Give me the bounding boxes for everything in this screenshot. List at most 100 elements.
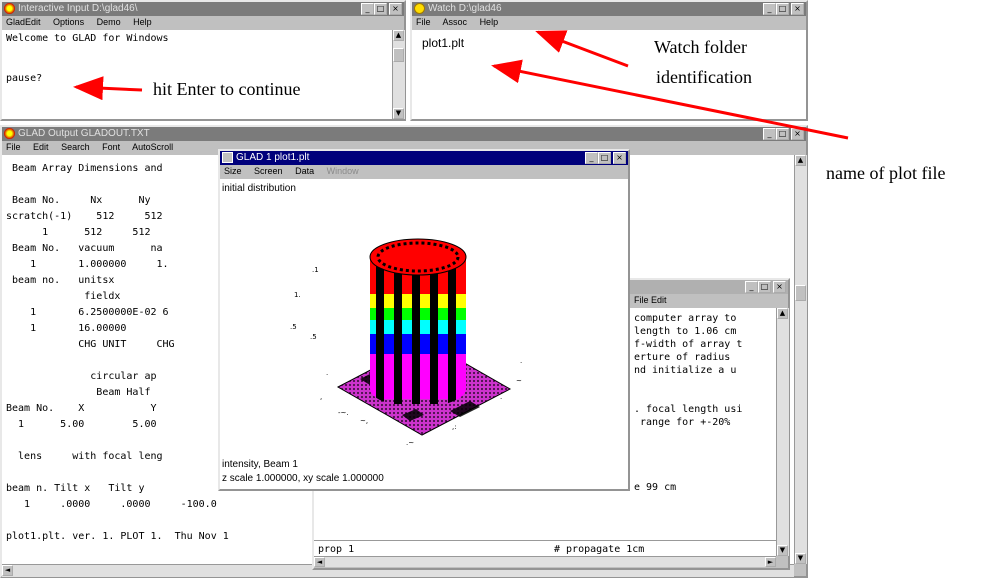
scroll-right-button[interactable]: ► bbox=[765, 557, 776, 567]
menu-autoscroll[interactable]: AutoScroll bbox=[132, 142, 173, 152]
svg-text:·: · bbox=[500, 395, 502, 403]
plot-scale-caption: z scale 1.000000, xy scale 1.000000 bbox=[222, 473, 384, 484]
scroll-left-button[interactable]: ◄ bbox=[314, 557, 325, 567]
glad-plot-window: GLAD 1 plot1.plt _ □ × Size Screen Data … bbox=[218, 149, 630, 491]
editor-line: length to 1.06 cm bbox=[634, 326, 737, 337]
menu-screen[interactable]: Screen bbox=[254, 166, 283, 176]
menu-window[interactable]: Window bbox=[327, 166, 359, 176]
minimize-button[interactable]: _ bbox=[763, 128, 776, 140]
svg-text:.~: .~ bbox=[406, 439, 414, 447]
interactive-input-vscroll[interactable]: ▲ ▼ bbox=[392, 30, 405, 119]
menu-data[interactable]: Data bbox=[295, 166, 314, 176]
svg-text:.: . bbox=[326, 369, 328, 377]
plot-canvas: initial distribution .1 1. .5 .5 . , -~.… bbox=[220, 179, 628, 489]
close-button[interactable]: × bbox=[791, 3, 804, 15]
scroll-left-button[interactable]: ◄ bbox=[2, 565, 13, 576]
interactive-input-title: Interactive Input D:\glad46\ bbox=[18, 3, 138, 14]
menu-font[interactable]: Font bbox=[102, 142, 120, 152]
scroll-thumb[interactable] bbox=[795, 285, 806, 301]
scroll-up-button[interactable]: ▲ bbox=[795, 155, 806, 166]
scroll-up-button[interactable]: ▲ bbox=[393, 30, 404, 41]
maximize-button[interactable]: □ bbox=[758, 281, 771, 293]
menu-edit[interactable]: Edit bbox=[33, 142, 49, 152]
minimize-button[interactable]: _ bbox=[361, 3, 374, 15]
glad-app-icon bbox=[4, 3, 15, 14]
svg-text:.1: .1 bbox=[312, 266, 319, 274]
svg-text:.5: .5 bbox=[310, 333, 317, 341]
svg-text:,:: ,: bbox=[452, 423, 457, 431]
glad-plot-titlebar[interactable]: GLAD 1 plot1.plt _ □ × bbox=[220, 151, 628, 165]
surface-plot: .1 1. .5 .5 . , -~. ~, .~ ,: · ~ · bbox=[290, 238, 522, 447]
menu-size[interactable]: Size bbox=[224, 166, 242, 176]
menu-options[interactable]: Options bbox=[53, 17, 84, 27]
menu-file[interactable]: File bbox=[416, 17, 431, 27]
scroll-thumb[interactable] bbox=[393, 48, 404, 62]
annotation-hit-enter: hit Enter to continue bbox=[153, 79, 301, 99]
editor-line: range for +-20% bbox=[634, 417, 731, 428]
scroll-down-button[interactable]: ▼ bbox=[393, 108, 404, 119]
close-button[interactable]: × bbox=[791, 128, 804, 140]
editor-hscroll[interactable]: ◄ ► bbox=[314, 556, 776, 567]
svg-text:,: , bbox=[320, 393, 322, 401]
glad-plot-title: GLAD 1 plot1.plt bbox=[236, 152, 310, 163]
maximize-button[interactable]: □ bbox=[598, 152, 611, 164]
interactive-input-window: Interactive Input D:\glad46\ _ □ × GladE… bbox=[0, 0, 406, 121]
close-button[interactable]: × bbox=[613, 152, 626, 164]
glad-app-icon bbox=[4, 128, 15, 139]
menu-help[interactable]: Help bbox=[480, 17, 499, 27]
editor-line: nd initialize a u bbox=[634, 365, 737, 376]
scroll-down-button[interactable]: ▼ bbox=[777, 545, 788, 556]
interactive-input-console[interactable]: Welcome to GLAD for Windows pause? bbox=[2, 30, 392, 119]
watch-title: Watch D:\glad46 bbox=[428, 3, 502, 14]
svg-text:1.: 1. bbox=[294, 291, 301, 299]
scroll-down-button[interactable]: ▼ bbox=[795, 553, 806, 564]
maximize-button[interactable]: □ bbox=[776, 128, 789, 140]
minimize-button[interactable]: _ bbox=[745, 281, 758, 293]
editor-vscroll[interactable]: ▲ ▼ bbox=[776, 308, 789, 556]
editor-command: prop 1 bbox=[318, 544, 355, 555]
interactive-input-menubar: GladEdit Options Demo Help bbox=[2, 16, 404, 28]
menu-help[interactable]: Help bbox=[133, 17, 152, 27]
glad-output-vscroll[interactable]: ▲ ▼ bbox=[794, 155, 807, 564]
interactive-input-titlebar[interactable]: Interactive Input D:\glad46\ _ □ × bbox=[2, 2, 404, 16]
svg-text:·: · bbox=[520, 359, 522, 367]
editor-comment: # propagate 1cm bbox=[554, 544, 645, 555]
menu-search[interactable]: Search bbox=[61, 142, 90, 152]
editor-line: computer array to bbox=[634, 313, 737, 324]
scroll-up-button[interactable]: ▲ bbox=[777, 308, 788, 319]
editor-bottom-line: prop 1 # propagate 1cm bbox=[314, 540, 776, 557]
svg-text:-~.: -~. bbox=[338, 409, 349, 417]
menu-file[interactable]: File bbox=[6, 142, 21, 152]
minimize-button[interactable]: _ bbox=[585, 152, 598, 164]
editor-menu-tail[interactable]: File Edit bbox=[634, 295, 667, 305]
glad-output-title: GLAD Output GLADOUT.TXT bbox=[18, 128, 150, 139]
watch-titlebar[interactable]: Watch D:\glad46 _ □ × bbox=[412, 2, 806, 16]
plot-caption-bottom: intensity, Beam 1 bbox=[222, 459, 298, 470]
close-button[interactable]: × bbox=[773, 281, 786, 293]
maximize-button[interactable]: □ bbox=[374, 3, 387, 15]
menu-gladedit[interactable]: GladEdit bbox=[6, 17, 41, 27]
svg-text:.5: .5 bbox=[290, 323, 297, 331]
close-button[interactable]: × bbox=[389, 3, 402, 15]
annotation-watch-folder-line2: identification bbox=[654, 66, 754, 88]
maximize-button[interactable]: □ bbox=[776, 3, 789, 15]
console-line: Welcome to GLAD for Windows bbox=[6, 33, 169, 44]
minimize-button[interactable]: _ bbox=[763, 3, 776, 15]
menu-assoc[interactable]: Assoc bbox=[443, 17, 468, 27]
editor-line: erture of radius bbox=[634, 352, 731, 363]
watch-menubar: File Assoc Help bbox=[412, 16, 806, 28]
glad-output-titlebar[interactable]: GLAD Output GLADOUT.TXT _ □ × bbox=[2, 127, 806, 141]
watch-face-icon bbox=[414, 3, 425, 14]
editor-line: . focal length usi bbox=[634, 404, 743, 415]
menu-demo[interactable]: Demo bbox=[97, 17, 121, 27]
svg-text:~,: ~, bbox=[360, 417, 368, 425]
